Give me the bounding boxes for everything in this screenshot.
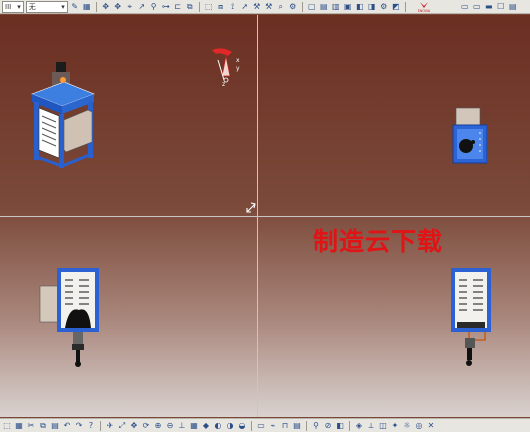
copy-icon[interactable]: ⧉	[38, 421, 48, 431]
separator	[100, 420, 101, 431]
redo-icon[interactable]: ↷	[74, 421, 84, 431]
panel-icon[interactable]: ▬	[484, 2, 494, 12]
analyze-icon[interactable]: ⟟	[228, 2, 238, 12]
fit-all-icon[interactable]: ⤢	[117, 421, 127, 431]
options-icon[interactable]: ⚙	[288, 2, 298, 12]
separator	[306, 420, 307, 431]
catalog-icon[interactable]: ▣	[343, 2, 353, 12]
normal-view-icon[interactable]: ⊥	[177, 421, 187, 431]
measure-icon[interactable]: ⊏	[173, 2, 183, 12]
chevron-down-icon: ▾	[61, 2, 65, 11]
separator	[198, 1, 200, 12]
analysis-icon[interactable]: ◫	[378, 421, 388, 431]
search-icon[interactable]: ⌕	[276, 2, 286, 12]
separator	[251, 420, 252, 431]
separator	[95, 1, 97, 12]
sheet-icon[interactable]: ▤	[292, 421, 302, 431]
measure-icon[interactable]: ⟂	[366, 421, 376, 431]
sheet2-icon[interactable]: ▤	[508, 2, 518, 12]
frame-icon[interactable]: ▢	[307, 2, 317, 12]
machine-side-view-model[interactable]	[449, 266, 499, 370]
link-icon[interactable]: ⊶	[161, 2, 171, 12]
machine-front-view-model[interactable]	[39, 266, 105, 370]
machine-top-view-model[interactable]	[451, 106, 487, 166]
box-icon[interactable]: ☐	[496, 2, 506, 12]
catalog-icon[interactable]: ▭	[256, 421, 266, 431]
separator	[349, 420, 350, 431]
snap-icon[interactable]: ⌖	[125, 2, 135, 12]
pan-icon[interactable]: ✥	[101, 2, 111, 12]
separator	[404, 1, 406, 12]
camera-icon[interactable]: ◎	[414, 421, 424, 431]
clash-icon[interactable]: ⊘	[323, 421, 333, 431]
grid-icon[interactable]: ▦	[82, 2, 92, 12]
close-icon[interactable]: ✕	[426, 421, 436, 431]
light-icon[interactable]: ☼	[402, 421, 412, 431]
compass-y-label: y	[236, 65, 240, 72]
machine-isometric-model[interactable]	[22, 58, 104, 172]
layer-select-value: III	[5, 2, 12, 11]
select-arrow-icon[interactable]: ⬚	[2, 421, 12, 431]
copy-icon[interactable]: ⧉	[185, 2, 195, 12]
logo-text: ENOVIA	[418, 9, 431, 13]
pointer-icon[interactable]: ➚	[240, 2, 250, 12]
constraint-icon[interactable]: ⊓	[280, 421, 290, 431]
render-icon[interactable]: ✦	[390, 421, 400, 431]
window-icon[interactable]: ◨	[367, 2, 377, 12]
compass-z-label: z	[222, 81, 225, 88]
move-icon[interactable]: ✥	[113, 2, 123, 12]
rotate-icon[interactable]: ⟳	[141, 421, 151, 431]
pan-icon[interactable]: ✥	[129, 421, 139, 431]
sketch-icon[interactable]: ⌁	[268, 421, 278, 431]
section-icon[interactable]: ◧	[335, 421, 345, 431]
view-icon[interactable]: ◧	[355, 2, 365, 12]
help-icon[interactable]: ?	[86, 421, 96, 431]
compass-icon[interactable]: x y z	[208, 46, 244, 88]
axis-triad-icon	[246, 202, 256, 213]
book-icon[interactable]: ▭	[460, 2, 470, 12]
paint-icon[interactable]: ✎	[70, 2, 80, 12]
doc-icon[interactable]: ▤	[319, 2, 329, 12]
compass-icon[interactable]: ↗	[137, 2, 147, 12]
scissors-icon[interactable]: ✂	[26, 421, 36, 431]
fix-icon[interactable]: ⚲	[149, 2, 159, 12]
iso-view-icon[interactable]: ◆	[201, 421, 211, 431]
viewport-horizontal-splitter[interactable]	[0, 216, 530, 217]
layer-select[interactable]: III ▾	[2, 0, 24, 13]
fastener-icon[interactable]: ⚲	[311, 421, 321, 431]
multi-view-icon[interactable]: ▦	[189, 421, 199, 431]
separator	[301, 1, 303, 12]
watermark-text: 制造云下载	[313, 227, 444, 256]
filter-icon[interactable]: ⧈	[216, 2, 226, 12]
zoom-in-icon[interactable]: ⊕	[153, 421, 163, 431]
hide-show-icon[interactable]: ◑	[225, 421, 235, 431]
macro-icon[interactable]: ◩	[391, 2, 401, 12]
tool-icon[interactable]: ⚒	[252, 2, 262, 12]
undo-icon[interactable]: ↶	[62, 421, 72, 431]
select-icon[interactable]: ⬚	[204, 2, 214, 12]
help-icon[interactable]: ▭	[472, 2, 482, 12]
style-select[interactable]: 无 ▾	[25, 0, 68, 13]
gear-icon[interactable]: ⚙	[379, 2, 389, 12]
material-icon[interactable]: ◈	[354, 421, 364, 431]
shading-icon[interactable]: ◐	[213, 421, 223, 431]
top-toolbar: III ▾ 无 ▾ ✎ ▦ ✥ ✥ ⌖ ↗ ⚲ ⊶ ⊏ ⧉ ⬚ ⧈ ⟟ ➚ ⚒ …	[0, 0, 530, 14]
sheet-icon[interactable]: ▥	[331, 2, 341, 12]
swap-space-icon[interactable]: ◒	[237, 421, 247, 431]
hammer-icon[interactable]: ⚒	[264, 2, 274, 12]
chevron-down-icon: ▾	[17, 2, 21, 11]
layers-icon[interactable]: ▦	[14, 421, 24, 431]
fly-icon[interactable]: ✈	[105, 421, 115, 431]
style-select-value: 无	[28, 2, 36, 11]
bottom-toolbar: ⬚ ▦ ✂ ⧉ ▤ ↶ ↷ ? ✈ ⤢ ✥ ⟳ ⊕ ⊖ ⊥ ▦ ◆ ◐ ◑ ◒ …	[0, 418, 530, 432]
paste-icon[interactable]: ▤	[50, 421, 60, 431]
enovia-logo: ENOVIA	[418, 2, 431, 13]
compass-x-label: x	[236, 57, 240, 64]
zoom-out-icon[interactable]: ⊖	[165, 421, 175, 431]
